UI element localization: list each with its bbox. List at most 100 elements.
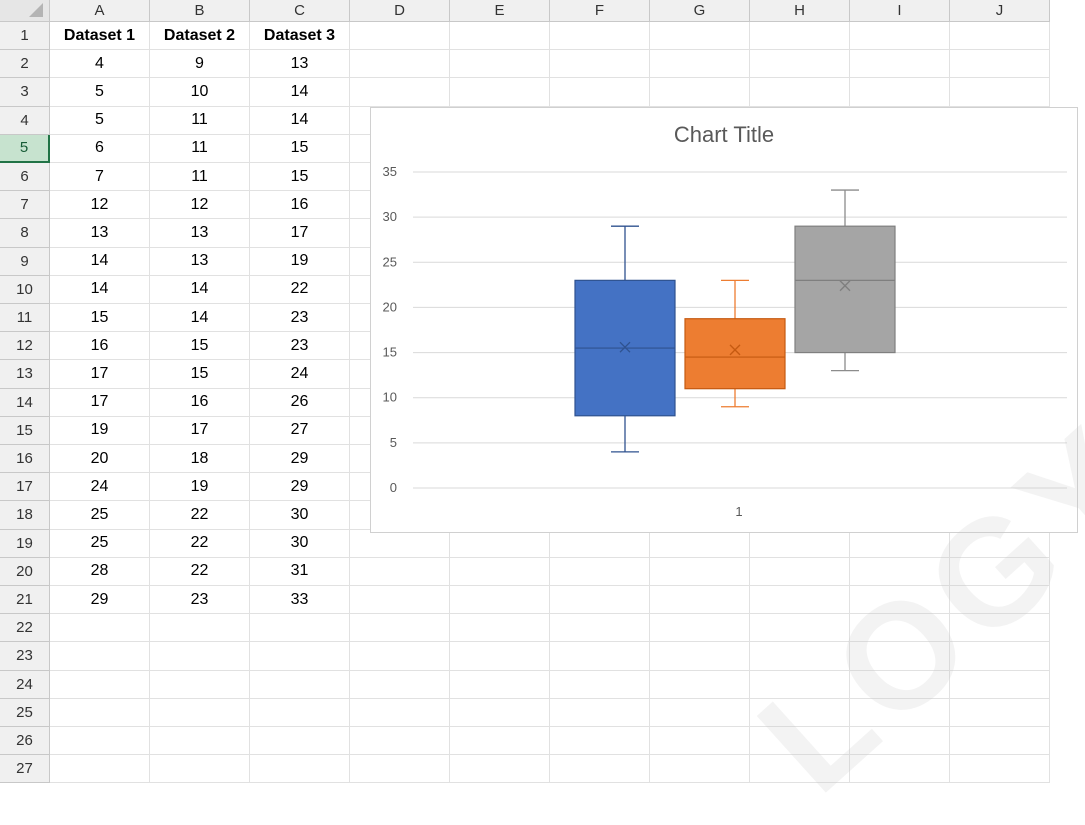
cell-j2[interactable] xyxy=(950,50,1050,79)
row-header-12[interactable]: 12 xyxy=(0,332,50,361)
cell-d3[interactable] xyxy=(350,78,450,107)
cell-b7[interactable]: 12 xyxy=(150,191,250,220)
cell-a13[interactable]: 17 xyxy=(50,360,150,389)
cell-b14[interactable]: 16 xyxy=(150,388,250,417)
cell-d22[interactable] xyxy=(350,614,450,643)
cell-b5[interactable]: 11 xyxy=(150,134,250,163)
cell-j22[interactable] xyxy=(950,614,1050,643)
cell-b12[interactable]: 15 xyxy=(150,332,250,361)
row-header-5[interactable]: 5 xyxy=(0,134,50,163)
cell-b3[interactable]: 10 xyxy=(150,78,250,107)
cell-g1[interactable] xyxy=(650,22,750,51)
column-header-h[interactable]: H xyxy=(750,0,850,22)
cell-g19[interactable] xyxy=(650,529,750,558)
row-header-7[interactable]: 7 xyxy=(0,191,50,220)
cell-b24[interactable] xyxy=(150,670,250,699)
cell-b27[interactable] xyxy=(150,755,250,784)
cell-e24[interactable] xyxy=(450,670,550,699)
cell-b18[interactable]: 22 xyxy=(150,501,250,530)
cell-j1[interactable] xyxy=(950,22,1050,51)
cell-j26[interactable] xyxy=(950,727,1050,756)
cell-c14[interactable]: 26 xyxy=(250,388,350,417)
cell-b8[interactable]: 13 xyxy=(150,219,250,248)
cell-a5[interactable]: 6 xyxy=(50,134,150,163)
cell-a8[interactable]: 13 xyxy=(50,219,150,248)
cell-a27[interactable] xyxy=(50,755,150,784)
cell-a21[interactable]: 29 xyxy=(50,586,150,615)
cell-b25[interactable] xyxy=(150,698,250,727)
cell-b23[interactable] xyxy=(150,642,250,671)
cell-c11[interactable]: 23 xyxy=(250,304,350,333)
cell-g22[interactable] xyxy=(650,614,750,643)
row-header-27[interactable]: 27 xyxy=(0,755,50,784)
row-header-15[interactable]: 15 xyxy=(0,416,50,445)
cell-i21[interactable] xyxy=(850,586,950,615)
cell-h26[interactable] xyxy=(750,727,850,756)
cell-e2[interactable] xyxy=(450,50,550,79)
cell-g20[interactable] xyxy=(650,557,750,586)
cell-g26[interactable] xyxy=(650,727,750,756)
cell-b6[interactable]: 11 xyxy=(150,163,250,192)
cell-g27[interactable] xyxy=(650,755,750,784)
cell-h25[interactable] xyxy=(750,698,850,727)
cell-h24[interactable] xyxy=(750,670,850,699)
cell-a19[interactable]: 25 xyxy=(50,529,150,558)
row-header-23[interactable]: 23 xyxy=(0,642,50,671)
cell-f3[interactable] xyxy=(550,78,650,107)
cell-e1[interactable] xyxy=(450,22,550,51)
row-header-2[interactable]: 2 xyxy=(0,50,50,79)
row-header-8[interactable]: 8 xyxy=(0,219,50,248)
cell-j24[interactable] xyxy=(950,670,1050,699)
column-header-i[interactable]: I xyxy=(850,0,950,22)
cell-b9[interactable]: 13 xyxy=(150,247,250,276)
row-header-17[interactable]: 17 xyxy=(0,473,50,502)
cell-i25[interactable] xyxy=(850,698,950,727)
cell-e23[interactable] xyxy=(450,642,550,671)
cell-c2[interactable]: 13 xyxy=(250,50,350,79)
cell-f25[interactable] xyxy=(550,698,650,727)
cell-e21[interactable] xyxy=(450,586,550,615)
cell-d19[interactable] xyxy=(350,529,450,558)
cell-a14[interactable]: 17 xyxy=(50,388,150,417)
cell-g25[interactable] xyxy=(650,698,750,727)
row-header-3[interactable]: 3 xyxy=(0,78,50,107)
cell-c21[interactable]: 33 xyxy=(250,586,350,615)
cell-c15[interactable]: 27 xyxy=(250,416,350,445)
cell-a4[interactable]: 5 xyxy=(50,106,150,135)
row-header-1[interactable]: 1 xyxy=(0,22,50,51)
cell-e27[interactable] xyxy=(450,755,550,784)
cell-h19[interactable] xyxy=(750,529,850,558)
row-header-13[interactable]: 13 xyxy=(0,360,50,389)
cell-j19[interactable] xyxy=(950,529,1050,558)
cell-c10[interactable]: 22 xyxy=(250,275,350,304)
cell-h21[interactable] xyxy=(750,586,850,615)
cell-c7[interactable]: 16 xyxy=(250,191,350,220)
cell-f2[interactable] xyxy=(550,50,650,79)
row-header-9[interactable]: 9 xyxy=(0,247,50,276)
row-header-26[interactable]: 26 xyxy=(0,727,50,756)
cell-h27[interactable] xyxy=(750,755,850,784)
cell-b2[interactable]: 9 xyxy=(150,50,250,79)
cell-a10[interactable]: 14 xyxy=(50,275,150,304)
cell-a22[interactable] xyxy=(50,614,150,643)
cell-a24[interactable] xyxy=(50,670,150,699)
cell-c5[interactable]: 15 xyxy=(250,134,350,163)
cell-a1[interactable]: Dataset 1 xyxy=(50,22,150,51)
cell-b20[interactable]: 22 xyxy=(150,557,250,586)
cell-i24[interactable] xyxy=(850,670,950,699)
column-header-g[interactable]: G xyxy=(650,0,750,22)
cell-i19[interactable] xyxy=(850,529,950,558)
cell-c22[interactable] xyxy=(250,614,350,643)
cell-g21[interactable] xyxy=(650,586,750,615)
cell-h22[interactable] xyxy=(750,614,850,643)
cell-i3[interactable] xyxy=(850,78,950,107)
cell-c8[interactable]: 17 xyxy=(250,219,350,248)
cell-d23[interactable] xyxy=(350,642,450,671)
cell-f23[interactable] xyxy=(550,642,650,671)
cell-j21[interactable] xyxy=(950,586,1050,615)
cell-c20[interactable]: 31 xyxy=(250,557,350,586)
cell-j20[interactable] xyxy=(950,557,1050,586)
cell-g3[interactable] xyxy=(650,78,750,107)
row-header-6[interactable]: 6 xyxy=(0,163,50,192)
cell-e19[interactable] xyxy=(450,529,550,558)
